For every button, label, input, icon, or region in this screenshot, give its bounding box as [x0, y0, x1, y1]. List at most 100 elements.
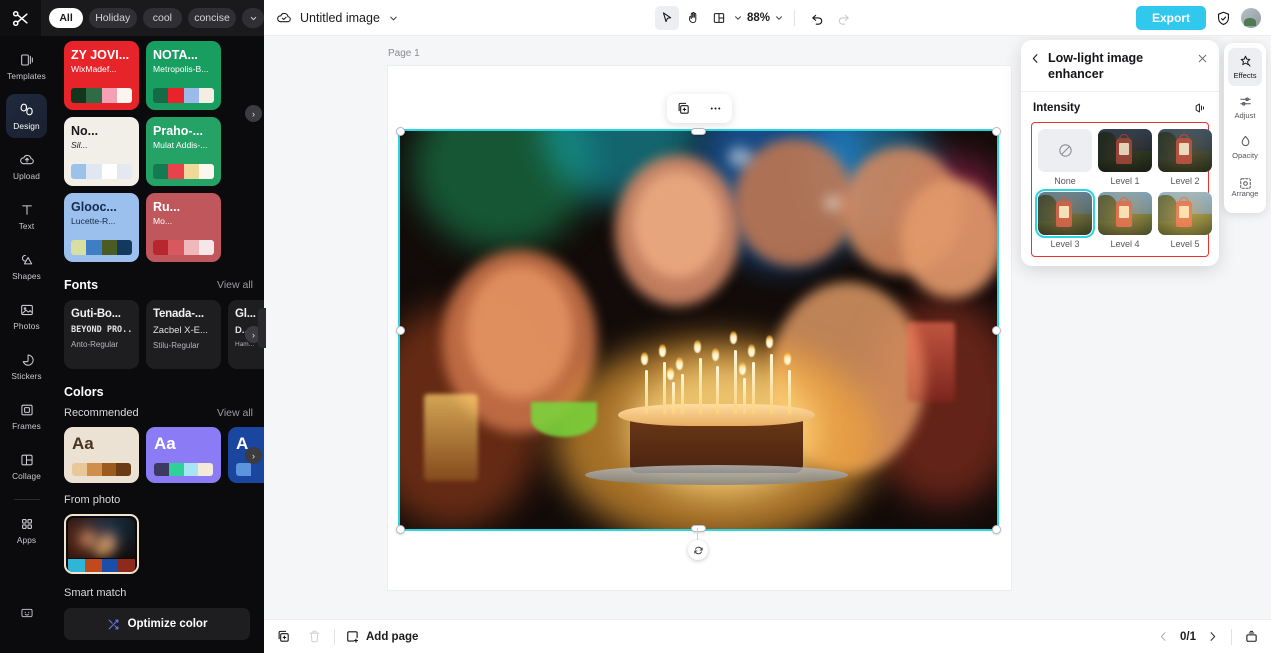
undo-icon[interactable]: [805, 6, 829, 30]
sidebar-item-design[interactable]: Design: [6, 94, 47, 138]
shapes-icon: [19, 252, 35, 268]
template-card[interactable]: Glooc... Lucette-R...: [64, 193, 139, 262]
level-thumbnail: [1038, 129, 1092, 172]
page-label: Page 1: [388, 48, 420, 59]
resize-handle-top-right[interactable]: [992, 127, 1001, 136]
sidebar-item-stickers[interactable]: Stickers: [6, 344, 47, 388]
template-card[interactable]: ZY JOVI... WixMadef...: [64, 41, 139, 110]
tab-effects[interactable]: Effects: [1228, 48, 1262, 86]
tab-adjust[interactable]: Adjust: [1228, 88, 1262, 126]
sidebar-item-upload[interactable]: Upload: [6, 144, 47, 188]
chip-all[interactable]: All: [49, 8, 83, 28]
duplicate-page-icon[interactable]: [276, 629, 291, 644]
prev-page-chevron-left-icon[interactable]: [1157, 630, 1170, 643]
sidebar-item-templates[interactable]: Templates: [6, 44, 47, 88]
zoom-chevron-down-icon[interactable]: [774, 13, 784, 23]
level-option-1[interactable]: Level 1: [1098, 129, 1152, 186]
page-navigation: 0/1: [1157, 628, 1259, 645]
fx-back-chevron-left-icon[interactable]: [1029, 52, 1042, 65]
frames-icon: [19, 402, 35, 418]
sidebar-item-shapes[interactable]: Shapes: [6, 244, 47, 288]
tab-label: Opacity: [1232, 151, 1258, 160]
template-swatches: [153, 164, 214, 179]
chip-holiday[interactable]: Holiday: [88, 8, 137, 28]
pages-panel-icon[interactable]: [1244, 629, 1259, 644]
font-card[interactable]: Guti-Bo... BEYOND PRO... Anto-Regular: [64, 300, 139, 369]
sidebar-item-apps[interactable]: Apps: [6, 508, 47, 552]
add-page-button[interactable]: Add page: [345, 629, 418, 644]
chip-cool[interactable]: cool: [142, 8, 182, 28]
colors-scroll-right-chevron-right-icon[interactable]: ›: [245, 447, 262, 464]
capcut-logo[interactable]: [0, 0, 42, 36]
document-title-chevron-down-icon[interactable]: [388, 13, 399, 24]
panel-collapse-handle[interactable]: [258, 308, 266, 348]
resize-handle-top[interactable]: [691, 128, 706, 135]
from-photo-card[interactable]: [64, 514, 139, 574]
shield-icon[interactable]: [1215, 10, 1232, 27]
templates-scroll-right-chevron-right-icon[interactable]: ›: [245, 105, 262, 122]
resize-handle-bottom-left[interactable]: [396, 525, 405, 534]
party-photo: [400, 131, 997, 529]
more-options-icon[interactable]: [708, 101, 723, 116]
trash-icon[interactable]: [307, 629, 322, 644]
font-card[interactable]: Tenada-... Zacbel X-E... Stilu-Regular: [146, 300, 221, 369]
hand-tool-hand-icon[interactable]: [681, 6, 705, 30]
resize-handle-top-left[interactable]: [396, 127, 405, 136]
rotate-handle[interactable]: [688, 540, 708, 560]
shuffle-icon: [107, 618, 120, 631]
resize-handle-bottom-right[interactable]: [992, 525, 1001, 534]
smart-match-label: Smart match: [64, 587, 127, 599]
template-swatches: [71, 240, 132, 255]
chip-more-chevron-down-icon[interactable]: [242, 8, 264, 28]
colors-title: Colors: [64, 385, 104, 399]
level-option-3[interactable]: Level 3: [1035, 189, 1095, 249]
level-option-4[interactable]: Level 4: [1098, 192, 1152, 249]
resize-handle-right[interactable]: [992, 326, 1001, 335]
resize-handle-bottom[interactable]: [691, 525, 706, 532]
fonts-view-all-link[interactable]: View all: [217, 279, 253, 291]
template-card[interactable]: Ru... Mo...: [146, 193, 221, 262]
template-card[interactable]: NOTA... Metropolis-B...: [146, 41, 221, 110]
sidebar-item-photos[interactable]: Photos: [6, 294, 47, 338]
sidebar-item-frames[interactable]: Frames: [6, 394, 47, 438]
colors-view-all-link[interactable]: View all: [217, 407, 253, 419]
avatar[interactable]: [1241, 8, 1261, 28]
sidebar-item-collage[interactable]: Collage: [6, 444, 47, 488]
template-card[interactable]: No... Sil...: [64, 117, 139, 186]
compare-icon[interactable]: [1193, 101, 1207, 115]
template-title: No...: [71, 124, 99, 138]
redo-icon[interactable]: [831, 6, 855, 30]
font-card-row: Guti-Bo... BEYOND PRO... Anto-Regular Te…: [64, 300, 264, 369]
color-card[interactable]: Aa: [146, 427, 221, 483]
level-option-5[interactable]: Level 5: [1158, 192, 1212, 249]
left-nav-rail: Templates Design Upload Text Shapes Phot…: [0, 36, 53, 653]
layout-tool-layout-icon[interactable]: [707, 6, 731, 30]
next-page-chevron-right-icon[interactable]: [1206, 630, 1219, 643]
export-button[interactable]: Export: [1135, 6, 1206, 30]
design-panel-content: ZY JOVI... WixMadef... NOTA... Metropoli…: [53, 36, 264, 640]
level-option-none[interactable]: None: [1038, 129, 1092, 186]
color-card[interactable]: Aa: [64, 427, 139, 483]
lantern-preview: [1098, 192, 1152, 235]
close-icon[interactable]: [1196, 52, 1209, 65]
zoom-level[interactable]: 88%: [745, 12, 772, 24]
optimize-color-button[interactable]: Optimize color: [64, 608, 250, 640]
tab-arrange[interactable]: Arrange: [1228, 168, 1262, 206]
tab-opacity[interactable]: Opacity: [1228, 128, 1262, 166]
smiley-panel-icon[interactable]: [6, 591, 47, 635]
sidebar-item-text[interactable]: Text: [6, 194, 47, 238]
duplicate-icon[interactable]: [676, 101, 691, 116]
color-card-swatches: [236, 463, 264, 476]
template-card-grid: ZY JOVI... WixMadef... NOTA... Metropoli…: [64, 36, 262, 262]
layout-chevron-down-icon[interactable]: [733, 13, 743, 23]
selected-image[interactable]: [398, 129, 999, 531]
resize-handle-left[interactable]: [396, 326, 405, 335]
right-tool-rail: Effects Adjust Opacity Arrange: [1224, 43, 1266, 213]
tab-label: Arrange: [1231, 189, 1259, 198]
chip-concise[interactable]: concise: [188, 8, 236, 28]
template-card[interactable]: Praho-... Mulat Addis-...: [146, 117, 221, 186]
document-title[interactable]: Untitled image: [300, 11, 380, 25]
select-tool-cursor-icon[interactable]: [655, 6, 679, 30]
level-option-2[interactable]: Level 2: [1158, 129, 1212, 186]
lantern-preview: [1158, 129, 1212, 172]
